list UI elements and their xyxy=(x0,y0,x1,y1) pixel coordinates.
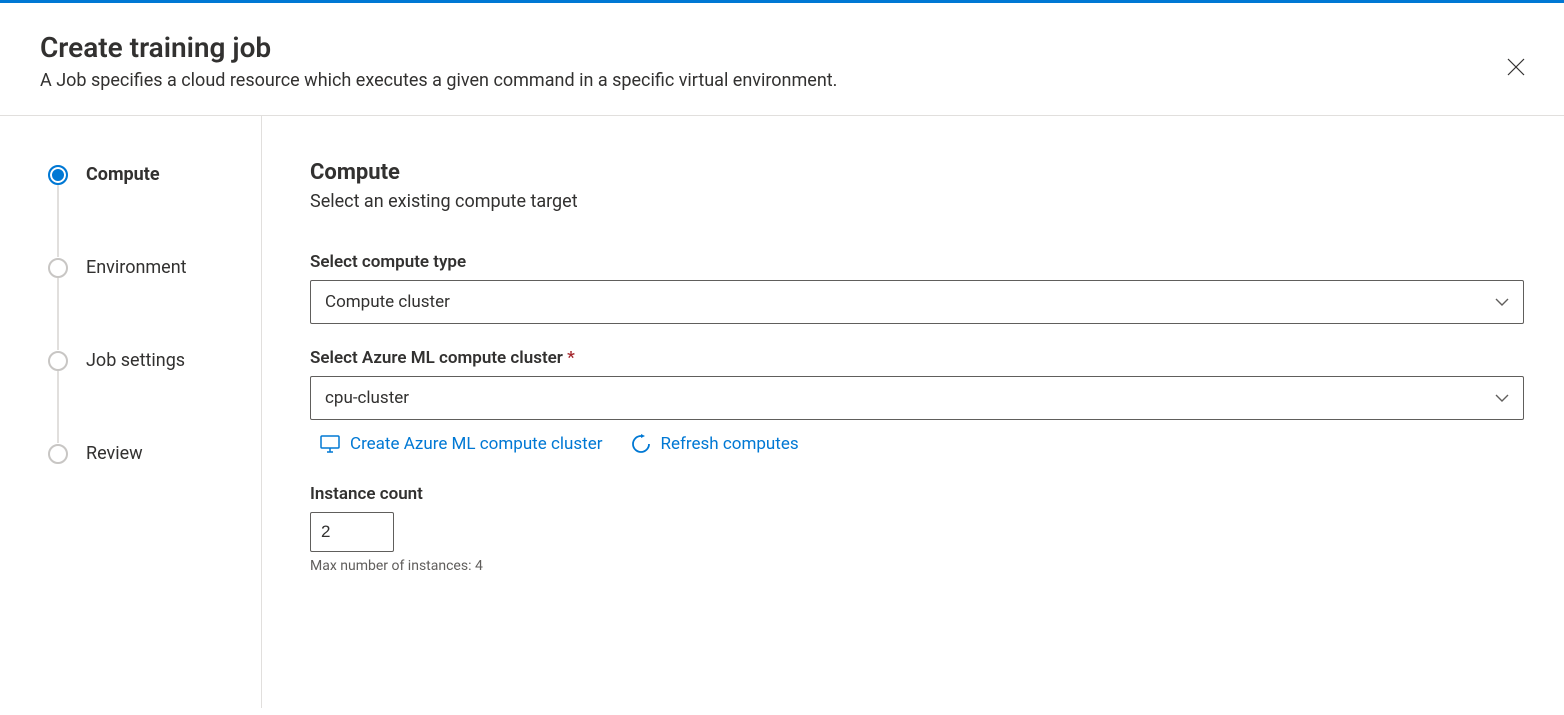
step-label: Review xyxy=(86,443,143,464)
step-connector xyxy=(57,371,59,443)
compute-type-dropdown[interactable]: Compute cluster xyxy=(310,280,1524,324)
chevron-down-icon xyxy=(1495,292,1509,312)
step-indicator-icon xyxy=(48,444,68,464)
step-indicator-icon xyxy=(48,165,68,185)
wizard-sidebar: Compute Environment Job settings Review xyxy=(0,116,262,708)
step-connector xyxy=(57,278,59,350)
step-compute[interactable]: Compute xyxy=(48,164,241,185)
compute-cluster-label: Select Azure ML compute cluster * xyxy=(310,348,1524,368)
refresh-icon xyxy=(631,434,651,454)
step-environment[interactable]: Environment xyxy=(48,257,241,278)
dialog-body: Compute Environment Job settings Review … xyxy=(0,116,1564,708)
refresh-computes-link[interactable]: Refresh computes xyxy=(631,434,799,454)
instance-count-input[interactable] xyxy=(310,512,394,552)
step-indicator-icon xyxy=(48,351,68,371)
required-asterisk: * xyxy=(567,348,575,368)
chevron-down-icon xyxy=(1495,388,1509,408)
desktop-icon xyxy=(320,435,340,453)
compute-cluster-dropdown[interactable]: cpu-cluster xyxy=(310,376,1524,420)
step-label: Job settings xyxy=(86,350,185,371)
step-indicator-icon xyxy=(48,258,68,278)
create-cluster-link[interactable]: Create Azure ML compute cluster xyxy=(320,434,603,454)
close-button[interactable] xyxy=(1500,51,1532,83)
step-review[interactable]: Review xyxy=(48,443,241,464)
step-connector xyxy=(57,185,59,257)
instance-count-label: Instance count xyxy=(310,484,1524,504)
cluster-actions-row: Create Azure ML compute cluster Refresh … xyxy=(310,434,1524,454)
dialog-subtitle: A Job specifies a cloud resource which e… xyxy=(40,70,1524,91)
refresh-computes-text: Refresh computes xyxy=(661,434,799,454)
create-cluster-text: Create Azure ML compute cluster xyxy=(350,434,603,454)
section-subtitle: Select an existing compute target xyxy=(310,191,1524,212)
section-title: Compute xyxy=(310,160,1524,185)
step-label: Compute xyxy=(86,164,160,185)
compute-cluster-label-text: Select Azure ML compute cluster xyxy=(310,348,563,368)
step-job-settings[interactable]: Job settings xyxy=(48,350,241,371)
compute-type-value: Compute cluster xyxy=(325,292,450,312)
dialog-header: Create training job A Job specifies a cl… xyxy=(0,3,1564,116)
instance-count-hint: Max number of instances: 4 xyxy=(310,558,1524,574)
wizard-main: Compute Select an existing compute targe… xyxy=(262,116,1564,708)
dialog-title: Create training job xyxy=(40,31,1524,64)
step-label: Environment xyxy=(86,257,187,278)
compute-type-label: Select compute type xyxy=(310,252,1524,272)
compute-cluster-value: cpu-cluster xyxy=(325,388,409,408)
close-icon xyxy=(1507,58,1525,76)
